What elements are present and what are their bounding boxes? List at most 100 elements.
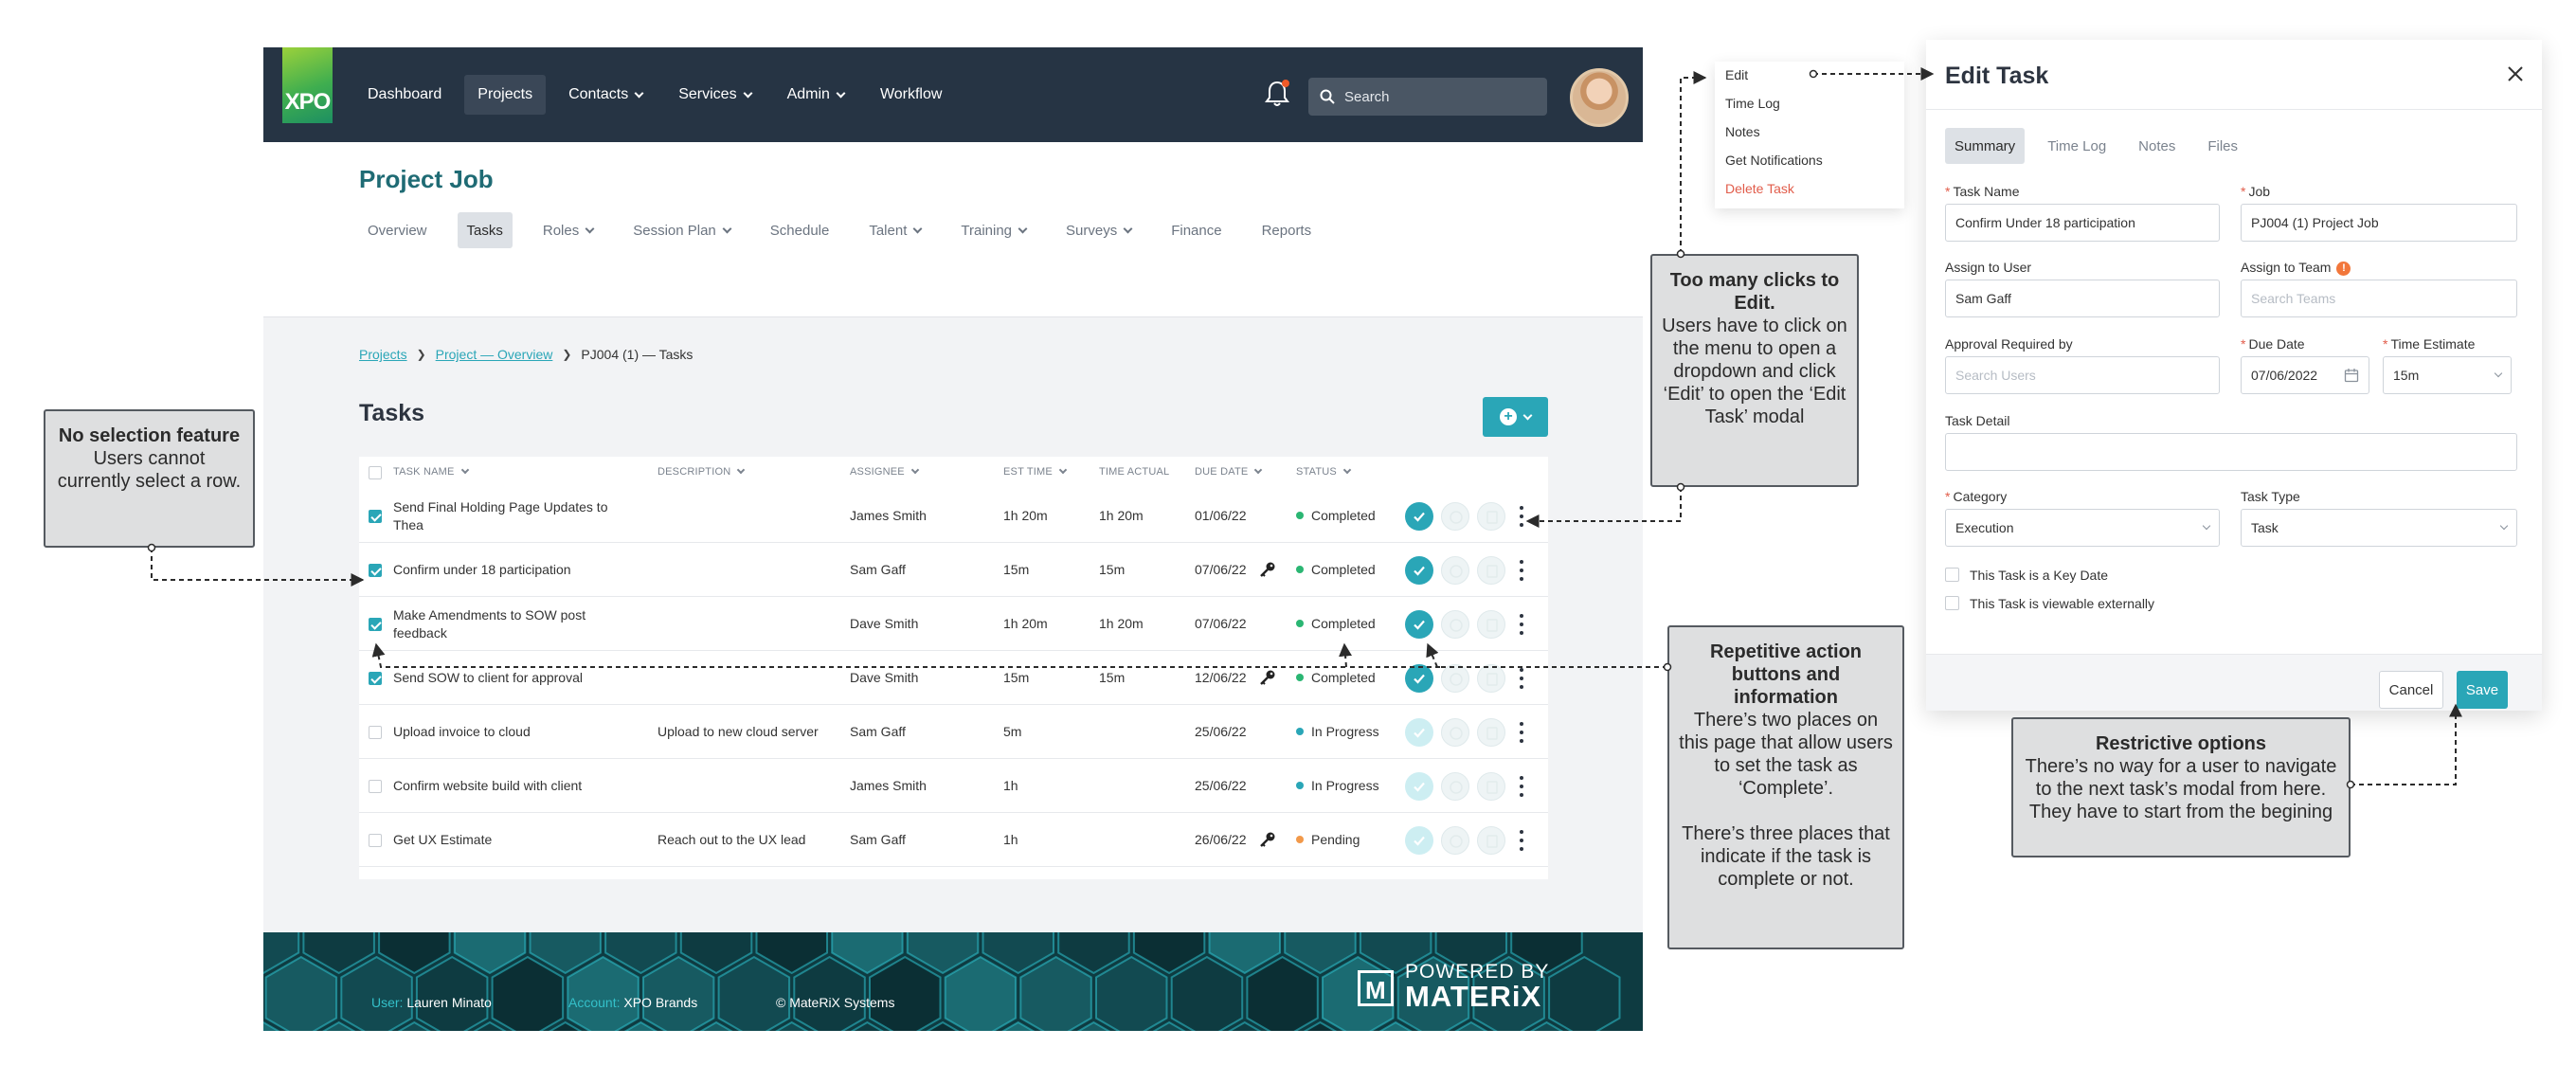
notes-button[interactable] bbox=[1477, 501, 1505, 531]
nav-item-admin[interactable]: Admin bbox=[774, 75, 857, 115]
tab-schedule[interactable]: Schedule bbox=[761, 212, 839, 248]
table-row[interactable]: Send Final Holding Page Updates to Thea J… bbox=[359, 489, 1548, 543]
mark-complete-button[interactable] bbox=[1405, 609, 1433, 639]
due-date-input[interactable]: 07/06/2022 bbox=[2241, 356, 2369, 394]
tab-files[interactable]: Files bbox=[2198, 128, 2247, 164]
task-name-input[interactable] bbox=[1945, 204, 2220, 242]
close-icon[interactable] bbox=[2506, 64, 2525, 83]
table-row[interactable]: Send SOW to client for approval Dave Smit… bbox=[359, 651, 1548, 705]
category-select[interactable]: Execution bbox=[1945, 509, 2220, 547]
kebab-menu-icon[interactable] bbox=[1519, 829, 1524, 851]
mark-complete-button[interactable] bbox=[1405, 501, 1433, 531]
task-type-select[interactable]: Task bbox=[2241, 509, 2517, 547]
column-header[interactable]: DESCRIPTION bbox=[658, 465, 746, 478]
task-detail-textarea[interactable] bbox=[1945, 433, 2517, 471]
kebab-menu-icon[interactable] bbox=[1519, 613, 1524, 635]
nav-item-projects[interactable]: Projects bbox=[464, 75, 547, 115]
column-header[interactable]: EST TIME bbox=[1003, 465, 1068, 478]
row-checkbox[interactable] bbox=[369, 563, 382, 577]
add-task-button[interactable]: + bbox=[1483, 397, 1548, 437]
column-header[interactable]: DUE DATE bbox=[1195, 465, 1263, 478]
column-header[interactable]: ASSIGNEE bbox=[850, 465, 920, 478]
column-header[interactable]: TASK NAME bbox=[393, 465, 469, 478]
breadcrumb-projects-link[interactable]: Projects bbox=[359, 347, 407, 362]
job-input[interactable] bbox=[2241, 204, 2517, 242]
user-avatar[interactable] bbox=[1570, 68, 1629, 127]
tab-training[interactable]: Training bbox=[951, 212, 1036, 248]
xpo-logo[interactable]: XPO bbox=[282, 47, 333, 123]
mark-complete-button[interactable] bbox=[1405, 555, 1433, 585]
notes-button[interactable] bbox=[1477, 771, 1505, 801]
cancel-button[interactable]: Cancel bbox=[2379, 671, 2443, 709]
select-all-checkbox[interactable] bbox=[369, 466, 382, 479]
nav-item-services[interactable]: Services bbox=[665, 75, 764, 115]
breadcrumb-overview-link[interactable]: Project — Overview bbox=[436, 347, 553, 362]
key-date-icon bbox=[1260, 670, 1275, 685]
notes-button[interactable] bbox=[1477, 663, 1505, 693]
tab-time-log[interactable]: Time Log bbox=[2038, 128, 2116, 164]
notes-button[interactable] bbox=[1477, 555, 1505, 585]
row-checkbox[interactable] bbox=[369, 617, 382, 631]
nav-item-workflow[interactable]: Workflow bbox=[867, 75, 956, 115]
tab-summary[interactable]: Summary bbox=[1945, 128, 2026, 164]
tab-reports[interactable]: Reports bbox=[1252, 212, 1322, 248]
time-log-button[interactable] bbox=[1441, 825, 1469, 855]
menu-item-edit[interactable]: Edit bbox=[1725, 67, 1748, 82]
time-log-button[interactable] bbox=[1441, 609, 1469, 639]
mark-complete-button[interactable] bbox=[1405, 717, 1433, 747]
tab-finance[interactable]: Finance bbox=[1162, 212, 1231, 248]
row-checkbox[interactable] bbox=[369, 779, 382, 793]
kebab-menu-icon[interactable] bbox=[1519, 721, 1524, 743]
kebab-menu-icon[interactable] bbox=[1519, 775, 1524, 797]
kebab-menu-icon[interactable] bbox=[1519, 559, 1524, 581]
assign-user-input[interactable] bbox=[1945, 280, 2220, 317]
search-input[interactable] bbox=[1344, 88, 1534, 105]
tab-talent[interactable]: Talent bbox=[859, 212, 930, 248]
tab-surveys[interactable]: Surveys bbox=[1056, 212, 1141, 248]
table-row[interactable]: Confirm website build with client James S… bbox=[359, 759, 1548, 813]
tab-overview[interactable]: Overview bbox=[358, 212, 437, 248]
tab-session-plan[interactable]: Session Plan bbox=[623, 212, 740, 248]
column-header[interactable]: STATUS bbox=[1296, 465, 1352, 478]
time-log-button[interactable] bbox=[1441, 663, 1469, 693]
approval-input[interactable] bbox=[1945, 356, 2220, 394]
key-date-checkbox[interactable] bbox=[1945, 568, 1959, 582]
viewable-externally-checkbox[interactable] bbox=[1945, 596, 1959, 610]
table-row[interactable]: Upload invoice to cloud Upload to new clo… bbox=[359, 705, 1548, 759]
nav-item-dashboard[interactable]: Dashboard bbox=[354, 75, 455, 115]
time-log-button[interactable] bbox=[1441, 771, 1469, 801]
notes-button[interactable] bbox=[1477, 825, 1505, 855]
row-checkbox[interactable] bbox=[369, 833, 382, 847]
tab-notes[interactable]: Notes bbox=[2129, 128, 2185, 164]
table-row[interactable]: Get UX Estimate Reach out to the UX lead S… bbox=[359, 813, 1548, 867]
global-search[interactable] bbox=[1308, 78, 1547, 116]
menu-item-get-notifications[interactable]: Get Notifications bbox=[1725, 153, 1823, 168]
info-icon[interactable]: ! bbox=[2336, 262, 2351, 276]
kebab-menu-icon[interactable] bbox=[1519, 667, 1524, 689]
row-checkbox[interactable] bbox=[369, 671, 382, 685]
time-log-button[interactable] bbox=[1441, 555, 1469, 585]
kebab-menu-icon[interactable] bbox=[1519, 505, 1524, 527]
table-row[interactable]: Make Amendments to SOW post feedback Dave… bbox=[359, 597, 1548, 651]
notes-button[interactable] bbox=[1477, 717, 1505, 747]
time-estimate-select[interactable]: 15m bbox=[2383, 356, 2512, 394]
notes-button[interactable] bbox=[1477, 609, 1505, 639]
tab-tasks[interactable]: Tasks bbox=[457, 212, 513, 248]
tab-roles[interactable]: Roles bbox=[533, 212, 603, 248]
mark-complete-button[interactable] bbox=[1405, 663, 1433, 693]
save-button[interactable]: Save bbox=[2457, 671, 2508, 709]
row-checkbox[interactable] bbox=[369, 509, 382, 523]
row-checkbox[interactable] bbox=[369, 725, 382, 739]
menu-item-delete-task[interactable]: Delete Task bbox=[1725, 181, 1794, 196]
time-log-button[interactable] bbox=[1441, 717, 1469, 747]
time-log-button[interactable] bbox=[1441, 501, 1469, 531]
nav-item-contacts[interactable]: Contacts bbox=[555, 75, 656, 115]
mark-complete-button[interactable] bbox=[1405, 771, 1433, 801]
menu-item-time-log[interactable]: Time Log bbox=[1725, 96, 1780, 111]
column-header[interactable]: TIME ACTUAL bbox=[1099, 466, 1169, 478]
mark-complete-button[interactable] bbox=[1405, 825, 1433, 855]
table-row[interactable]: Confirm under 18 participation Sam Gaff 15… bbox=[359, 543, 1548, 597]
assign-team-input[interactable] bbox=[2241, 280, 2517, 317]
menu-item-notes[interactable]: Notes bbox=[1725, 124, 1760, 139]
calendar-icon[interactable] bbox=[2344, 368, 2359, 383]
